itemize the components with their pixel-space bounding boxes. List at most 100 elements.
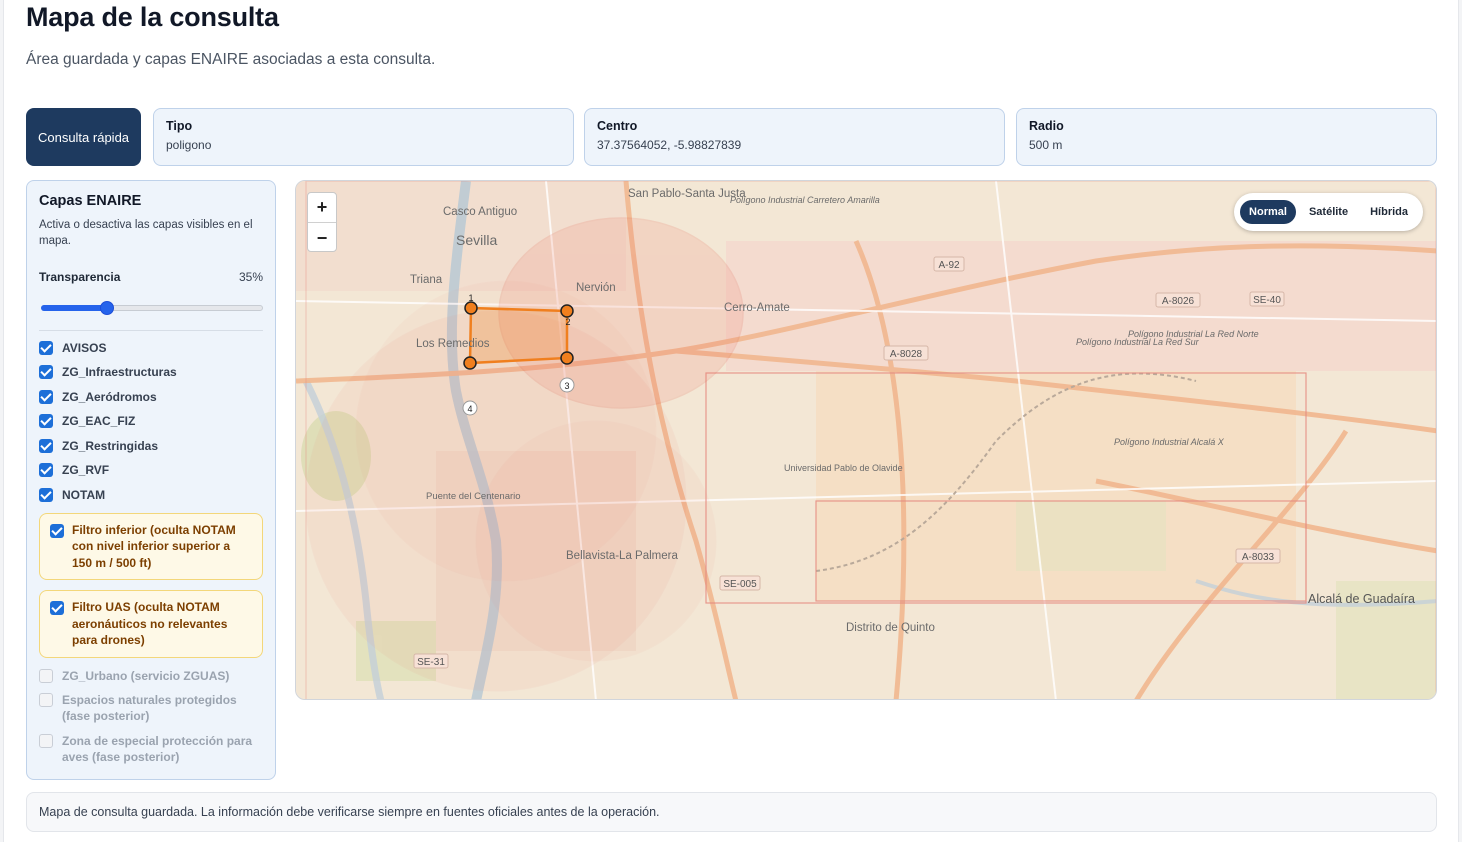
slider-fill bbox=[41, 305, 107, 311]
place-label: Cerro-Amate bbox=[724, 302, 790, 314]
checkbox-checked-icon[interactable] bbox=[39, 463, 53, 477]
center-card: Centro 37.37564052, -5.98827839 bbox=[584, 108, 1005, 166]
vertex-1[interactable] bbox=[464, 301, 478, 315]
layer-espacios-naturales[interactable]: Espacios naturales protegidos (fase post… bbox=[39, 692, 263, 724]
layer-zg-urbano[interactable]: ZG_Urbano (servicio ZGUAS) bbox=[39, 668, 263, 684]
place-label: Polígono Industrial Alcalá X bbox=[1114, 437, 1225, 447]
road-label: A-8033 bbox=[1242, 552, 1275, 563]
checkbox-checked-icon[interactable] bbox=[50, 523, 64, 538]
page-title: Mapa de la consulta bbox=[26, 2, 279, 32]
place-label: San Pablo-Santa Justa bbox=[628, 188, 746, 200]
checkbox-unchecked-icon[interactable] bbox=[39, 693, 53, 707]
checkbox-checked-icon[interactable] bbox=[39, 340, 53, 355]
layer-avisos[interactable]: AVISOS bbox=[39, 340, 263, 356]
checkbox-checked-icon[interactable] bbox=[39, 487, 53, 502]
type-value: poligono bbox=[166, 138, 212, 152]
slider-thumb[interactable] bbox=[100, 301, 114, 315]
transparency-slider[interactable] bbox=[39, 301, 263, 315]
vertex-4[interactable] bbox=[463, 356, 477, 370]
type-card: Tipo poligono bbox=[153, 108, 574, 166]
place-label: Universidad Pablo de Olavide bbox=[784, 463, 903, 473]
transparency-label: Transparencia bbox=[39, 270, 121, 284]
filter-uas[interactable]: Filtro UAS (oculta NOTAM aeronáuticos no… bbox=[39, 590, 263, 658]
center-label: Centro bbox=[597, 119, 638, 133]
place-label: Casco Antiguo bbox=[443, 206, 517, 218]
layer-label: ZG_Infraestructuras bbox=[62, 365, 177, 379]
vertex-label-4: 4 bbox=[467, 404, 472, 414]
type-label: Tipo bbox=[166, 119, 193, 133]
layer-label: ZG_Aeródromos bbox=[62, 389, 157, 404]
transparency-value: 35% bbox=[238, 270, 263, 284]
layer-label: Espacios naturales protegidos (fase post… bbox=[62, 693, 237, 723]
filter-label: Filtro UAS (oculta NOTAM aeronáuticos no… bbox=[72, 600, 228, 647]
panel-divider bbox=[39, 330, 263, 331]
radius-value: 500 m bbox=[1029, 138, 1063, 152]
vertex-3[interactable] bbox=[560, 351, 574, 365]
checkbox-checked-icon[interactable] bbox=[39, 438, 53, 453]
layer-label: ZG_EAC_FIZ bbox=[62, 414, 136, 428]
zoom-in-button[interactable]: + bbox=[308, 193, 336, 223]
layers-panel-description: Activa o desactiva las capas visibles en… bbox=[39, 219, 253, 247]
checkbox-checked-icon[interactable] bbox=[50, 601, 64, 615]
zoom-control: + − bbox=[307, 192, 337, 252]
page: Mapa de la consulta Área guardada y capa… bbox=[3, 0, 1459, 842]
center-value: 37.37564052, -5.98827839 bbox=[597, 138, 742, 152]
road-label: A-8026 bbox=[1162, 296, 1195, 307]
layer-label: NOTAM bbox=[62, 487, 106, 502]
basemap-hybrid-button[interactable]: Híbrida bbox=[1361, 200, 1417, 224]
checkbox-unchecked-icon[interactable] bbox=[39, 668, 53, 683]
basemap-satellite-button[interactable]: Satélite bbox=[1300, 200, 1357, 224]
layer-zg-infraestructuras[interactable]: ZG_Infraestructuras bbox=[39, 364, 263, 380]
vertex-label-1: 1 bbox=[468, 293, 473, 303]
layer-label: ZG_RVF bbox=[62, 463, 110, 477]
layers-panel-title: Capas ENAIRE bbox=[39, 193, 142, 209]
basemap-switcher: Normal Satélite Híbrida bbox=[1234, 193, 1423, 231]
road-label: SE-40 bbox=[1253, 295, 1281, 306]
place-label: Los Remedios bbox=[416, 338, 490, 350]
layers-panel: Capas ENAIRE Activa o desactiva las capa… bbox=[26, 180, 276, 780]
place-label: Polígono Industrial La Red Norte bbox=[1128, 329, 1259, 339]
road-label: A-92 bbox=[938, 260, 960, 271]
checkbox-checked-icon[interactable] bbox=[39, 365, 53, 379]
basemap-normal-button[interactable]: Normal bbox=[1240, 200, 1296, 224]
vertex-2[interactable] bbox=[560, 304, 574, 318]
layer-notam[interactable]: NOTAM bbox=[39, 487, 263, 503]
place-label: Bellavista-La Palmera bbox=[566, 550, 678, 562]
road-label: A-8028 bbox=[890, 349, 923, 360]
quick-query-button[interactable]: Consulta rápida bbox=[26, 108, 141, 166]
radius-label: Radio bbox=[1029, 119, 1064, 133]
map-view[interactable]: 1 2 3 4 Casco Antiguo Sevilla Triana Los… bbox=[295, 180, 1437, 700]
place-label: Puente del Centenario bbox=[426, 491, 521, 502]
filter-label: Filtro inferior (oculta NOTAM con nivel … bbox=[72, 522, 236, 570]
road-label: SE-005 bbox=[723, 579, 757, 590]
checkbox-checked-icon[interactable] bbox=[39, 389, 53, 404]
layer-label: ZG_Restringidas bbox=[62, 438, 159, 453]
disclaimer-note: Mapa de consulta guardada. La informació… bbox=[26, 792, 1437, 832]
filter-lower-level[interactable]: Filtro inferior (oculta NOTAM con nivel … bbox=[39, 512, 263, 580]
place-label: Polígono Industrial Carretero Amarilla bbox=[730, 195, 880, 205]
transparency-row: Transparencia 35% bbox=[39, 270, 263, 284]
page-subtitle: Área guardada y capas ENAIRE asociadas a… bbox=[26, 51, 436, 68]
vertex-label-2: 2 bbox=[565, 317, 570, 327]
layer-label: ZG_Urbano (servicio ZGUAS) bbox=[62, 668, 230, 683]
place-label: Alcalá de Guadaíra bbox=[1308, 592, 1415, 606]
layer-zepa[interactable]: Zona de especial protección para aves (f… bbox=[39, 733, 263, 765]
layer-label: Zona de especial protección para aves (f… bbox=[62, 733, 253, 764]
vertex-label-3: 3 bbox=[564, 381, 569, 391]
radius-card: Radio 500 m bbox=[1016, 108, 1437, 166]
layer-list: AVISOS ZG_Infraestructuras ZG_Aeródromos… bbox=[39, 340, 263, 765]
place-label: Sevilla bbox=[456, 232, 497, 248]
layer-zg-rvf[interactable]: ZG_RVF bbox=[39, 462, 263, 478]
layer-label: AVISOS bbox=[62, 340, 107, 355]
layer-zg-eac-fiz[interactable]: ZG_EAC_FIZ bbox=[39, 413, 263, 429]
checkbox-checked-icon[interactable] bbox=[39, 414, 53, 428]
checkbox-unchecked-icon[interactable] bbox=[39, 733, 53, 748]
zoom-out-button[interactable]: − bbox=[308, 223, 336, 253]
place-label: Nervión bbox=[576, 282, 616, 294]
place-label: Triana bbox=[410, 274, 443, 286]
layer-zg-restringidas[interactable]: ZG_Restringidas bbox=[39, 438, 263, 454]
map-canvas[interactable]: 1 2 3 4 Casco Antiguo Sevilla Triana Los… bbox=[296, 181, 1437, 700]
layer-zg-aerodromos[interactable]: ZG_Aeródromos bbox=[39, 389, 263, 405]
place-label: Distrito de Quinto bbox=[846, 622, 935, 634]
road-label: SE-31 bbox=[417, 657, 445, 668]
